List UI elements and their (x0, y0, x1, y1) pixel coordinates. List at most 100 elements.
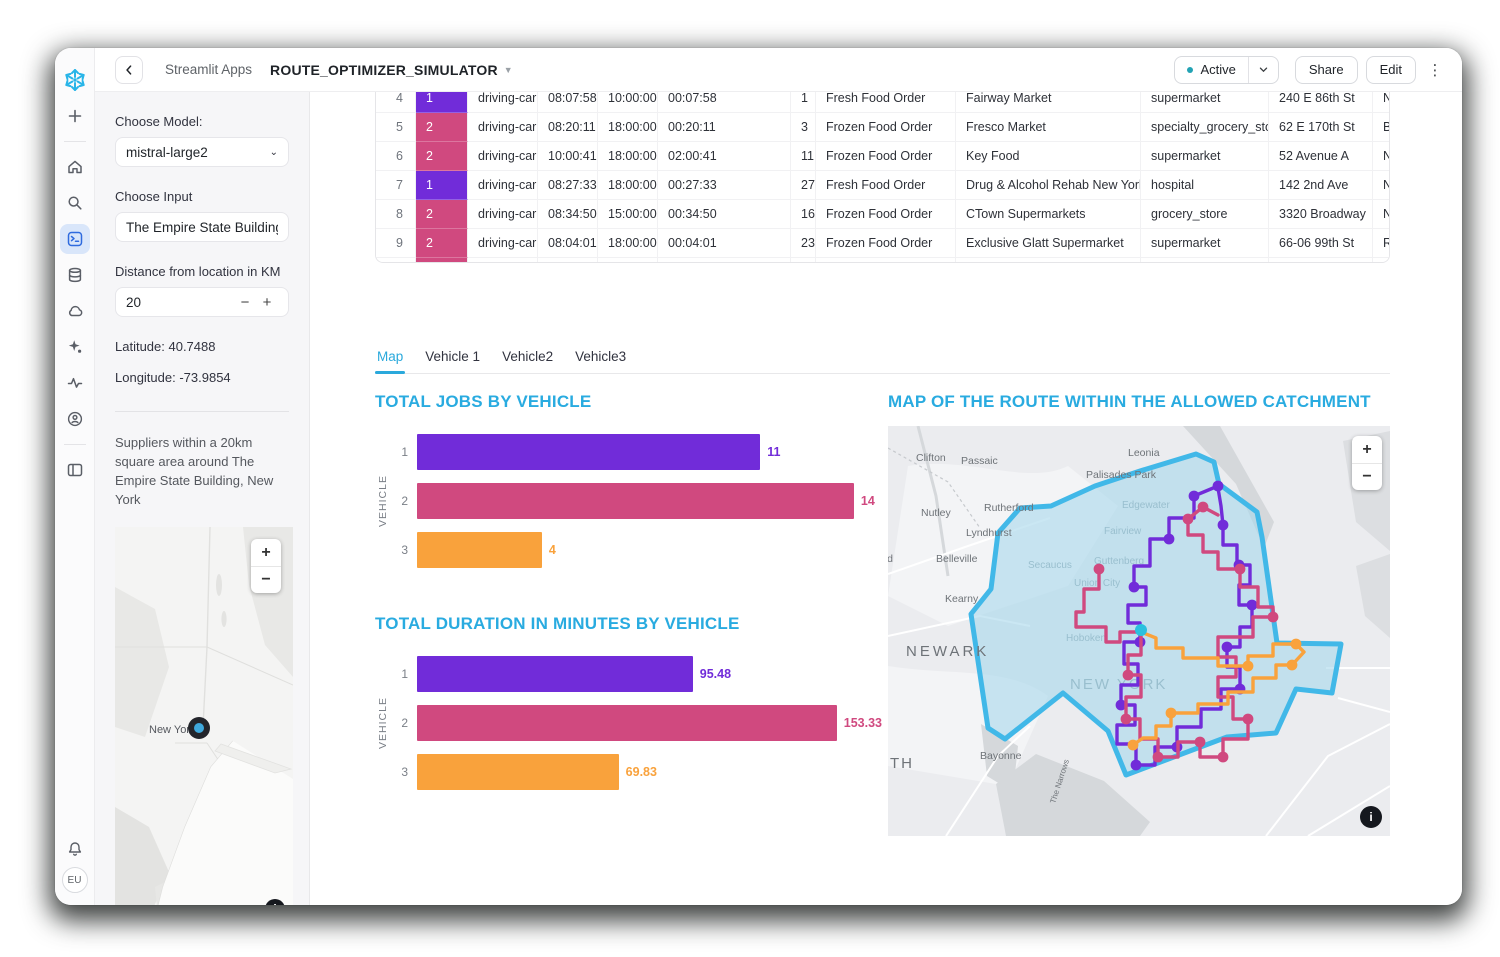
y-tick-label: 2 (391, 716, 417, 730)
status-chevron[interactable] (1248, 57, 1278, 83)
route-stop-marker (1213, 481, 1224, 492)
new-plus-button[interactable] (60, 101, 90, 131)
notifications-bell-button[interactable] (60, 834, 90, 864)
route-stop-marker (1198, 502, 1209, 513)
admin-badge-button[interactable] (60, 404, 90, 434)
cell-start (538, 258, 598, 263)
zoom-out-button[interactable]: − (1352, 463, 1382, 490)
map-label: TH (890, 755, 914, 772)
cell-qty: 1 (791, 92, 816, 113)
panel-toggle-button[interactable] (60, 455, 90, 485)
cell-order: Frozen Food Order (816, 113, 956, 142)
cell-qty (791, 258, 816, 263)
route-map[interactable]: EdgewaterFairviewSecaucusGuttenbergUnion… (888, 426, 1390, 836)
orders-dataframe[interactable]: 41driving-car08:07:5810:00:0000:07:581Fr… (375, 92, 1390, 263)
tab-vehicle3[interactable]: Vehicle3 (573, 345, 628, 373)
cell-end: 18:00:00 (598, 171, 658, 200)
edit-button[interactable]: Edit (1366, 56, 1416, 84)
tab-vehicle2[interactable]: Vehicle2 (500, 345, 555, 373)
distance-stepper[interactable]: 20 − + (115, 287, 289, 317)
cell-city: New York (1373, 200, 1390, 229)
search-button[interactable] (60, 188, 90, 218)
map-info-button[interactable]: i (1360, 806, 1382, 828)
home-button[interactable] (60, 152, 90, 182)
location-mini-map[interactable]: New York + − i (115, 527, 293, 905)
view-tabs: Map Vehicle 1 Vehicle2 Vehicle3 (375, 345, 1390, 374)
bar-row: 195.48 (391, 656, 882, 692)
ai-sparkles-button[interactable] (60, 332, 90, 362)
snowflake-logo-icon (60, 65, 90, 95)
cell-order: Fresh Food Order (816, 171, 956, 200)
back-button[interactable] (115, 56, 143, 84)
worksheets-terminal-button[interactable] (60, 224, 90, 254)
chevron-down-icon: ▼ (504, 65, 513, 75)
bar-value-label: 11 (767, 445, 780, 459)
status-dropdown[interactable]: Active (1174, 56, 1278, 84)
nav-rail: EU (55, 48, 95, 905)
cell-name: CTown Supermarkets (956, 200, 1141, 229)
cell-num: 8 (376, 200, 416, 229)
charts-column: TOTAL JOBS BY VEHICLE VEHICLE 11121434 T… (375, 392, 882, 836)
cell-category: supermarket (1141, 92, 1269, 113)
activity-monitor-button[interactable] (60, 368, 90, 398)
chevron-down-icon: ⌄ (270, 147, 278, 158)
cell-city: New York (1373, 142, 1390, 171)
app-sidebar: Choose Model: mistral-large2 ⌄ Choose In… (95, 92, 310, 905)
cell-address: 62 E 170th St (1269, 113, 1373, 142)
tab-vehicle-1[interactable]: Vehicle 1 (423, 345, 482, 373)
location-marker-dot (194, 723, 204, 733)
map-label: Belleville (936, 553, 978, 565)
map-label: Palisades Park (1086, 469, 1157, 481)
jobs-by-vehicle-chart: VEHICLE 11121434 (375, 434, 882, 568)
page-title[interactable]: ROUTE_OPTIMIZER_SIMULATOR ▼ (270, 62, 513, 78)
tab-map[interactable]: Map (375, 345, 405, 373)
bar-vehicle-2 (417, 705, 837, 741)
y-tick-label: 2 (391, 494, 417, 508)
rail-divider (64, 141, 86, 142)
route-stop-marker (1243, 714, 1254, 725)
route-stop-marker (1128, 740, 1139, 751)
route-stop-marker (1268, 612, 1279, 623)
cell-vehicle: 2 (416, 258, 468, 263)
cell-name: Drug & Alcohol Rehab New York City (956, 171, 1141, 200)
cell-start: 08:20:11 (538, 113, 598, 142)
zoom-out-button[interactable]: − (251, 566, 281, 593)
cell-profile: driving-car (468, 142, 538, 171)
route-stop-marker (1123, 670, 1134, 681)
model-select[interactable]: mistral-large2 ⌄ (115, 137, 289, 167)
cell-city: Bronx (1373, 113, 1390, 142)
route-map-canvas: EdgewaterFairviewSecaucusGuttenbergUnion… (888, 426, 1390, 836)
cell-end: 18:00:00 (598, 229, 658, 258)
cell-name: Exclusive Glatt Supermarket (956, 229, 1141, 258)
zoom-in-button[interactable]: + (251, 539, 281, 566)
cell-profile: driving-car (468, 171, 538, 200)
map-label: Nutley (921, 507, 952, 519)
decrement-button[interactable]: − (234, 294, 256, 311)
y-tick-label: 1 (391, 445, 417, 459)
cloud-button[interactable] (60, 296, 90, 326)
cell-num: 7 (376, 171, 416, 200)
route-stop-marker (1195, 737, 1206, 748)
cell-duration: 00:20:11 (658, 113, 791, 142)
location-input[interactable]: The Empire State Building, New York (115, 212, 289, 242)
cell-profile: driving-car (468, 200, 538, 229)
share-button[interactable]: Share (1295, 56, 1358, 84)
route-stop-marker (1094, 564, 1105, 575)
y-tick-label: 3 (391, 543, 417, 557)
table-row: 92driving-car08:04:0118:00:0000:04:0123F… (376, 229, 1389, 258)
user-avatar[interactable]: EU (62, 867, 88, 893)
cell-category: hospital (1141, 171, 1269, 200)
cell-address: 240 E 86th St (1269, 92, 1373, 113)
route-stop-marker (1247, 600, 1258, 611)
bar-value-label: 14 (861, 494, 875, 508)
chevron-left-icon (122, 63, 136, 77)
cell-end: 10:00:00 (598, 92, 658, 113)
cell-end: 18:00:00 (598, 113, 658, 142)
increment-button[interactable]: + (256, 294, 278, 311)
breadcrumb[interactable]: Streamlit Apps (165, 62, 252, 77)
cell-order: Frozen Food Order (816, 142, 956, 171)
data-database-button[interactable] (60, 260, 90, 290)
kebab-menu-icon[interactable]: ⋮ (1422, 61, 1448, 79)
zoom-in-button[interactable]: + (1352, 436, 1382, 463)
cell-vehicle: 2 (416, 113, 468, 142)
